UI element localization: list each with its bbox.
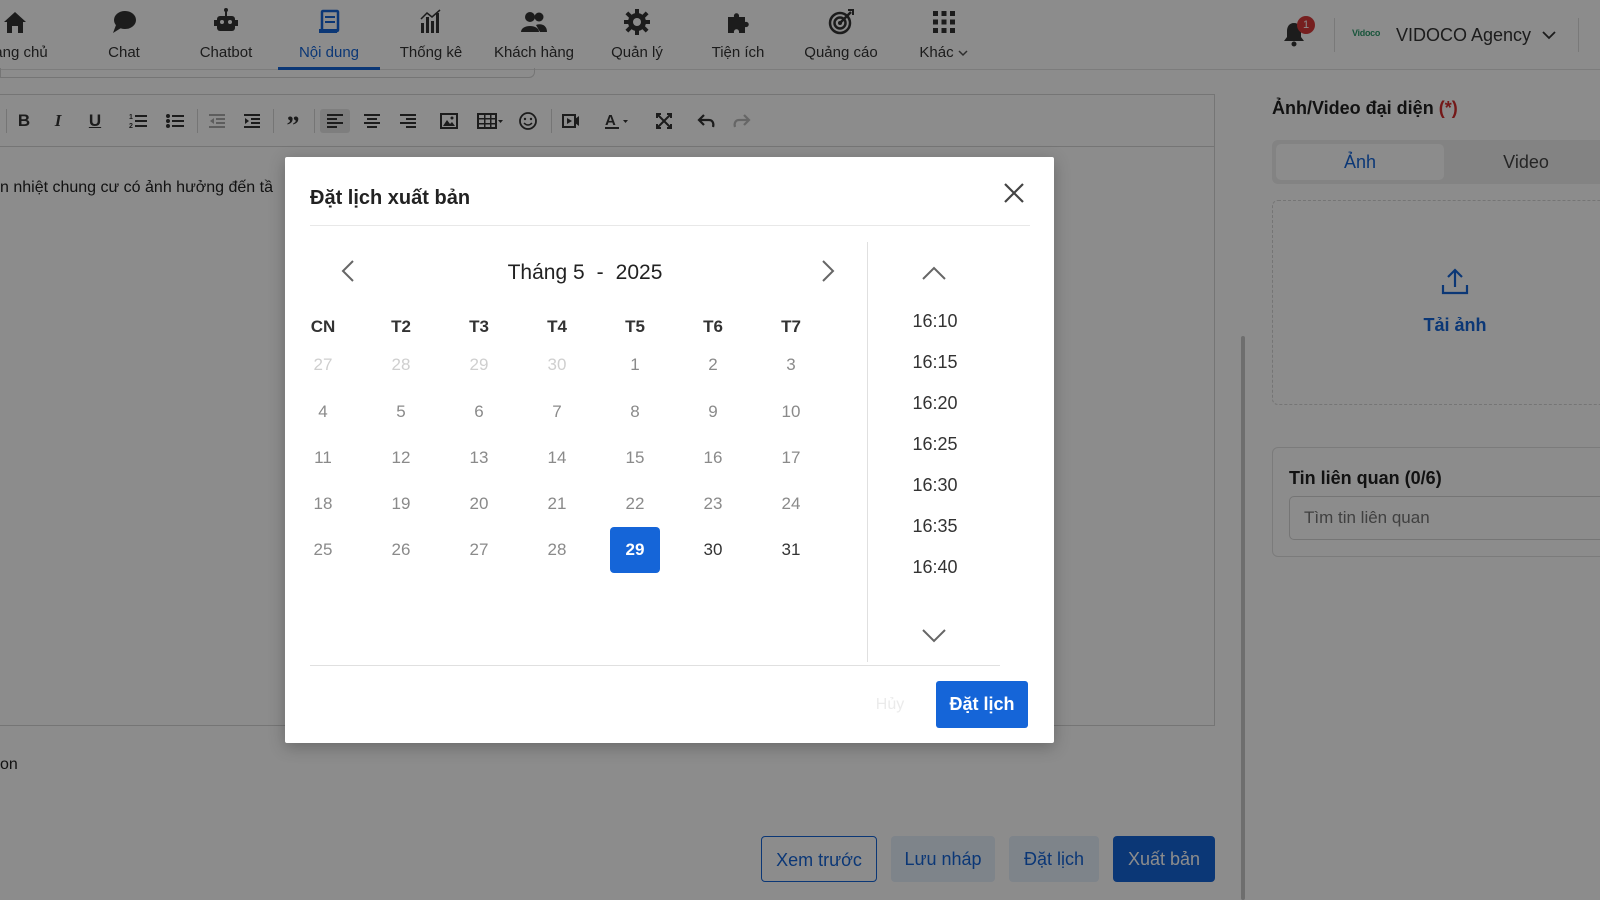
- calendar-day[interactable]: 17: [766, 435, 816, 481]
- calendar-day[interactable]: 29: [610, 527, 660, 573]
- calendar-day[interactable]: 26: [376, 527, 426, 573]
- calendar-day[interactable]: 2: [688, 342, 738, 388]
- calendar-day[interactable]: 23: [688, 481, 738, 527]
- weekday-header: T6: [703, 317, 723, 336]
- calendar-separator: -: [596, 261, 604, 284]
- cancel-button[interactable]: Hủy: [860, 682, 920, 728]
- weekday-header: T7: [781, 317, 801, 336]
- calendar-day[interactable]: 4: [298, 389, 348, 435]
- calendar-month-year: Tháng 5-2025: [385, 261, 785, 285]
- calendar-day[interactable]: 21: [532, 481, 582, 527]
- calendar-day[interactable]: 30: [688, 527, 738, 573]
- calendar-day[interactable]: 14: [532, 435, 582, 481]
- calendar-day[interactable]: 11: [298, 435, 348, 481]
- calendar-day[interactable]: 8: [610, 389, 660, 435]
- weekday-header: T4: [547, 317, 567, 336]
- schedule-publish-dialog: Đặt lịch xuất bản Tháng 5-2025 CN T2 T3 T4 T…: [285, 157, 1054, 743]
- calendar-day[interactable]: 30: [532, 342, 582, 388]
- weekday-header: CN: [310, 317, 336, 336]
- calendar-year: 2025: [615, 261, 663, 284]
- calendar-day[interactable]: 16: [688, 435, 738, 481]
- calendar-day[interactable]: 25: [298, 527, 348, 573]
- time-option[interactable]: 16:25: [880, 434, 990, 455]
- calendar-day[interactable]: 27: [454, 527, 504, 573]
- calendar-day[interactable]: 27: [298, 342, 348, 388]
- calendar-day[interactable]: 13: [454, 435, 504, 481]
- calendar-day[interactable]: 20: [454, 481, 504, 527]
- time-option[interactable]: 16:35: [880, 516, 990, 537]
- dialog-divider: [310, 225, 1030, 226]
- calendar-day[interactable]: 18: [298, 481, 348, 527]
- confirm-schedule-button[interactable]: Đặt lịch: [936, 681, 1028, 728]
- chevron-up-icon[interactable]: [920, 264, 948, 282]
- calendar-time-divider: [867, 242, 868, 662]
- close-icon[interactable]: [1000, 179, 1028, 207]
- calendar-day[interactable]: 7: [532, 389, 582, 435]
- calendar-day[interactable]: 6: [454, 389, 504, 435]
- calendar-day[interactable]: 3: [766, 342, 816, 388]
- calendar-bottom-divider: [310, 665, 1000, 666]
- chevron-right-icon[interactable]: [815, 257, 839, 285]
- weekday-header: T3: [469, 317, 489, 336]
- calendar-day[interactable]: 19: [376, 481, 426, 527]
- calendar-day[interactable]: 31: [766, 527, 816, 573]
- calendar-day[interactable]: 15: [610, 435, 660, 481]
- calendar-day[interactable]: 12: [376, 435, 426, 481]
- calendar-day[interactable]: 28: [376, 342, 426, 388]
- calendar-day[interactable]: 10: [766, 389, 816, 435]
- calendar-month: Tháng 5: [507, 261, 585, 284]
- calendar-day[interactable]: 22: [610, 481, 660, 527]
- calendar-day[interactable]: 5: [376, 389, 426, 435]
- weekday-header: T2: [391, 317, 411, 336]
- time-option[interactable]: 16:15: [880, 352, 990, 373]
- time-option[interactable]: 16:10: [880, 311, 990, 332]
- chevron-down-icon[interactable]: [920, 627, 948, 645]
- calendar-day[interactable]: 24: [766, 481, 816, 527]
- time-option[interactable]: 16:40: [880, 557, 990, 578]
- calendar-day[interactable]: 9: [688, 389, 738, 435]
- calendar-day[interactable]: 29: [454, 342, 504, 388]
- weekday-header: T5: [625, 317, 645, 336]
- dialog-title: Đặt lịch xuất bản: [310, 187, 471, 209]
- calendar-day[interactable]: 28: [532, 527, 582, 573]
- chevron-left-icon[interactable]: [337, 257, 361, 285]
- time-option[interactable]: 16:30: [880, 475, 990, 496]
- calendar-day[interactable]: 1: [610, 342, 660, 388]
- time-option[interactable]: 16:20: [880, 393, 990, 414]
